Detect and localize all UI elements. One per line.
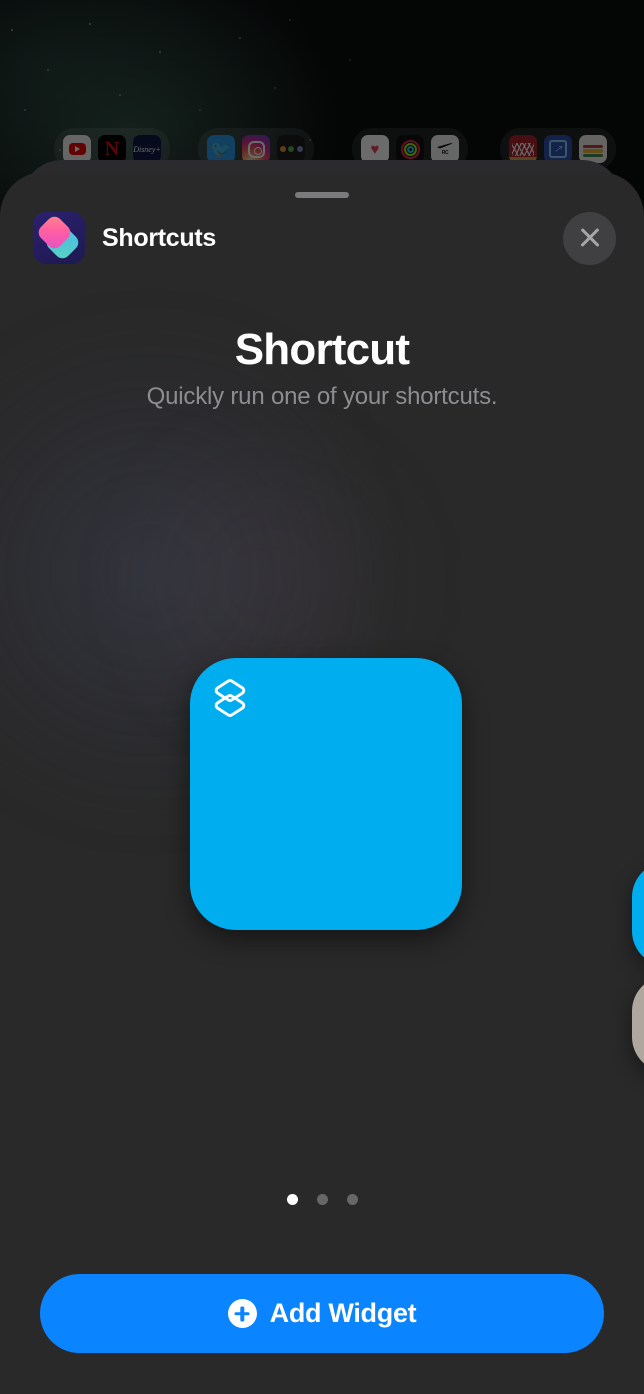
blue-app-icon[interactable]: ↗ — [544, 135, 572, 163]
twitter-icon[interactable]: 🐦 — [207, 135, 235, 163]
dots-icon[interactable] — [277, 135, 305, 163]
health-heart-icon[interactable]: ♥ — [361, 135, 389, 163]
app-name-label: Shortcuts — [102, 223, 216, 252]
hero-section: Shortcut Quickly run one of your shortcu… — [0, 325, 644, 411]
widget-carousel[interactable] — [0, 658, 644, 1072]
shortcuts-layers-icon — [214, 679, 246, 717]
shortcuts-app-icon — [33, 212, 85, 264]
plus-icon-vertical — [240, 1306, 244, 1321]
close-button[interactable] — [563, 211, 616, 265]
iphone-screen: N Disney+ 🐦 ♥ RC ↗ Shortcuts Shortcut Qu… — [0, 0, 644, 1394]
activity-rings-icon[interactable] — [396, 135, 424, 163]
widget-preview-card[interactable] — [190, 658, 462, 930]
page-dot-2[interactable] — [316, 1194, 328, 1205]
peek-widget-tan[interactable] — [632, 976, 644, 1072]
sheet-header: Shortcuts — [0, 208, 644, 268]
add-widget-button[interactable]: Add Widget — [40, 1274, 604, 1353]
nike-run-club-icon[interactable]: RC — [431, 135, 459, 163]
widget-detail-sheet: Shortcuts Shortcut Quickly run one of yo… — [0, 172, 644, 1394]
netflix-icon[interactable]: N — [98, 135, 126, 163]
instagram-icon[interactable] — [242, 135, 270, 163]
youtube-icon[interactable] — [63, 135, 91, 163]
page-dot-3[interactable] — [346, 1194, 358, 1205]
wallet-icon[interactable] — [579, 135, 607, 163]
widget-title: Shortcut — [234, 325, 410, 374]
peek-widget-blue[interactable] — [632, 862, 644, 966]
disney-plus-icon[interactable]: Disney+ — [133, 135, 161, 163]
page-dot-1[interactable] — [286, 1194, 298, 1205]
plus-circle-icon — [227, 1299, 257, 1328]
add-widget-label: Add Widget — [269, 1298, 417, 1328]
red-app-icon[interactable] — [509, 135, 537, 163]
page-indicator — [0, 1194, 644, 1205]
widget-description: Quickly run one of your shortcuts. — [146, 383, 498, 411]
sheet-drag-handle[interactable] — [295, 192, 349, 198]
